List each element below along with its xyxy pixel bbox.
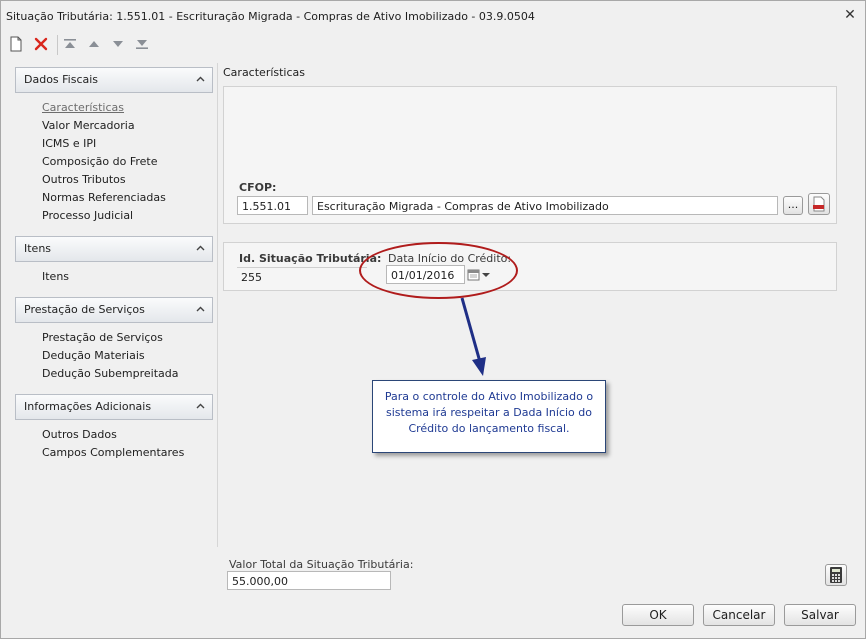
section-title: Prestação de Serviços bbox=[24, 303, 145, 316]
sidebar-section-dados-fiscais[interactable]: Dados Fiscais bbox=[15, 67, 213, 93]
previous-icon[interactable] bbox=[85, 35, 103, 53]
ok-button[interactable]: OK bbox=[622, 604, 694, 626]
save-button[interactable]: Salvar bbox=[784, 604, 856, 626]
sidebar-item-icms-ipi[interactable]: ICMS e IPI bbox=[42, 137, 96, 150]
sidebar-item-caracteristicas[interactable]: Características bbox=[42, 101, 124, 114]
last-icon[interactable] bbox=[133, 35, 151, 53]
section-title-caracteristicas: Características bbox=[223, 66, 306, 79]
cfop-lookup-button[interactable]: ... bbox=[783, 196, 803, 215]
calculator-icon bbox=[830, 567, 842, 583]
sidebar-item-processo-judicial[interactable]: Processo Judicial bbox=[42, 209, 133, 222]
sidebar-section-prestacao-servicos[interactable]: Prestação de Serviços bbox=[15, 297, 213, 323]
sidebar-item-outros-dados[interactable]: Outros Dados bbox=[42, 428, 117, 441]
toolbar-separator bbox=[57, 35, 58, 55]
sidebar-item-itens[interactable]: Itens bbox=[42, 270, 69, 283]
callout-oval bbox=[359, 242, 518, 299]
section-title: Itens bbox=[24, 242, 52, 255]
sidebar-item-prestacao-servicos[interactable]: Prestação de Serviços bbox=[42, 331, 163, 344]
cfop-code-field[interactable]: 1.551.01 bbox=[237, 196, 308, 215]
window-title: Situação Tributária: 1.551.01 - Escritur… bbox=[6, 10, 535, 23]
section-title: Informações Adicionais bbox=[24, 400, 152, 413]
sidebar-item-deducao-subempreitada[interactable]: Dedução Subempreitada bbox=[42, 367, 179, 380]
toolbar bbox=[5, 33, 863, 57]
sidebar-item-outros-tributos[interactable]: Outros Tributos bbox=[42, 173, 126, 186]
sidebar-section-informacoes-adicionais[interactable]: Informações Adicionais bbox=[15, 394, 213, 420]
sidebar-item-campos-complementares[interactable]: Campos Complementares bbox=[42, 446, 184, 459]
sidebar-section-itens[interactable]: Itens bbox=[15, 236, 213, 262]
situacao-field: 255 bbox=[237, 267, 367, 285]
close-icon[interactable]: ✕ bbox=[839, 4, 861, 26]
cfop-details-button[interactable] bbox=[808, 193, 830, 215]
callout-arrow-icon bbox=[460, 297, 486, 376]
delete-icon[interactable] bbox=[32, 35, 50, 53]
calculator-button[interactable] bbox=[825, 564, 847, 586]
sidebar-item-composicao-frete[interactable]: Composição do Frete bbox=[42, 155, 158, 168]
title-bar: Situação Tributária: 1.551.01 - Escritur… bbox=[1, 1, 865, 31]
next-icon[interactable] bbox=[109, 35, 127, 53]
sidebar-item-normas-referenciadas[interactable]: Normas Referenciadas bbox=[42, 191, 166, 204]
sidebar-divider bbox=[217, 63, 218, 547]
sidebar-item-deducao-materiais[interactable]: Dedução Materiais bbox=[42, 349, 145, 362]
first-icon[interactable] bbox=[61, 35, 79, 53]
cfop-description-field[interactable]: Escrituração Migrada - Compras de Ativo … bbox=[312, 196, 778, 215]
cfop-label: CFOP: bbox=[239, 181, 277, 194]
chevron-up-icon bbox=[196, 306, 205, 312]
dialog-window: Situação Tributária: 1.551.01 - Escritur… bbox=[0, 0, 866, 639]
sidebar-item-valor-mercadoria[interactable]: Valor Mercadoria bbox=[42, 119, 135, 132]
info-note: Para o controle do Ativo Imobilizado o s… bbox=[372, 380, 606, 453]
cfop-document-icon bbox=[813, 196, 825, 212]
chevron-up-icon bbox=[196, 76, 205, 82]
chevron-up-icon bbox=[196, 403, 205, 409]
cancel-button[interactable]: Cancelar bbox=[703, 604, 775, 626]
total-label: Valor Total da Situação Tributária: bbox=[229, 558, 414, 571]
situacao-label: Id. Situação Tributária: bbox=[239, 252, 382, 265]
total-field[interactable]: 55.000,00 bbox=[227, 571, 391, 590]
section-title: Dados Fiscais bbox=[24, 73, 99, 86]
new-icon[interactable] bbox=[7, 35, 25, 53]
chevron-up-icon bbox=[196, 245, 205, 251]
